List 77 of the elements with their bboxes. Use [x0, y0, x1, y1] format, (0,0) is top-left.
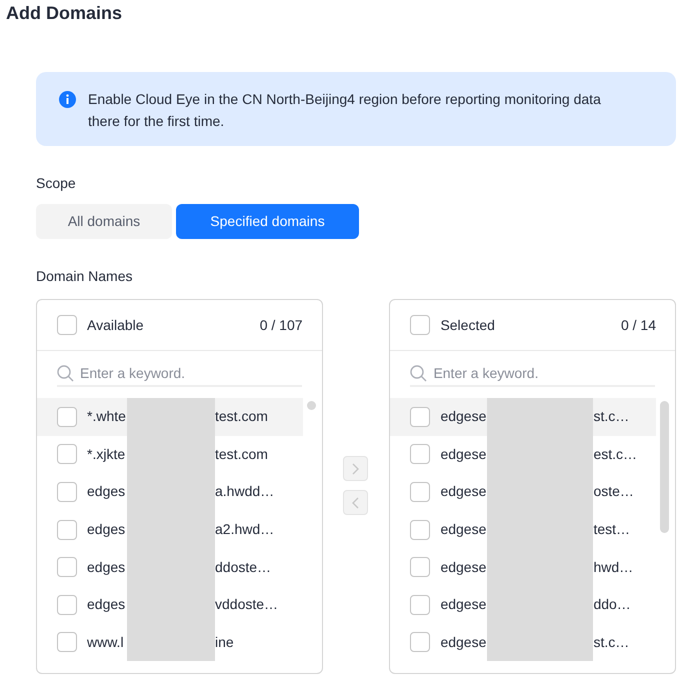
checkbox[interactable] — [410, 520, 430, 540]
list-item[interactable]: edges vddoste… — [37, 586, 303, 624]
checkbox[interactable] — [57, 594, 77, 615]
domain-name-end: test.com — [215, 407, 268, 426]
domain-name-start: edges — [87, 482, 126, 502]
checkbox[interactable] — [57, 406, 77, 427]
search-icon — [410, 364, 428, 382]
list-item[interactable]: *.whte test.com — [37, 398, 303, 436]
chevron-left-icon — [352, 496, 360, 508]
domain-name-end: hwd… — [593, 558, 634, 577]
list-item[interactable]: edges a2.hwd… — [37, 510, 303, 548]
panel-title: Available — [87, 316, 145, 334]
checkbox[interactable] — [57, 520, 77, 540]
domain-name-end: est.c… — [593, 444, 638, 464]
domain-names-label: Domain Names — [36, 267, 132, 285]
list-item[interactable]: edgese hwd… — [390, 548, 656, 586]
domain-name-start: *.whte — [87, 407, 127, 426]
domain-name-start: edgese — [440, 520, 488, 540]
domain-name-start: edges — [87, 520, 126, 540]
list-item[interactable]: edgese test… — [390, 510, 656, 548]
domain-name-start: *.xjkte — [87, 444, 126, 464]
domain-name-start: edgese — [440, 595, 488, 614]
domain-name-end: a2.hwd… — [215, 520, 274, 540]
domain-name-end: test… — [593, 520, 630, 540]
scrollbar-thumb[interactable] — [306, 401, 316, 410]
checkbox[interactable] — [410, 594, 430, 615]
checkbox[interactable] — [57, 315, 77, 335]
list-item[interactable]: edges a.hwdd… — [37, 473, 303, 511]
item-count: 0 / 14 — [620, 316, 656, 334]
chevron-right-icon — [352, 462, 360, 474]
list-item[interactable]: edgese est.c… — [390, 436, 656, 474]
list-item[interactable]: edges ddoste… — [37, 548, 303, 586]
checkbox[interactable] — [57, 482, 77, 502]
page-title: Add Domains — [5, 2, 122, 24]
info-icon — [59, 91, 76, 108]
domain-name-end: ddo… — [593, 595, 631, 614]
domain-name-end: ddoste… — [215, 558, 272, 577]
checkbox[interactable] — [410, 406, 430, 427]
domain-name-end: st.c… — [593, 632, 630, 652]
domain-name-end: test.com — [215, 444, 268, 464]
checkbox[interactable] — [410, 557, 430, 578]
domain-name-start: edgese — [440, 444, 488, 464]
domain-name-end: st.c… — [593, 407, 630, 426]
checkbox[interactable] — [410, 482, 430, 502]
domain-name-start: edgese — [440, 482, 488, 502]
domain-name-end: vddoste… — [215, 595, 278, 614]
domain-name-start: edges — [87, 558, 126, 577]
list-item[interactable]: edgese st.c… — [390, 398, 656, 436]
scope-label: Scope — [36, 174, 76, 192]
checkbox[interactable] — [410, 632, 430, 652]
search-icon — [57, 364, 74, 382]
checkbox[interactable] — [57, 557, 77, 578]
scope-option-button[interactable]: Specified domains — [176, 204, 359, 239]
checkbox[interactable] — [57, 444, 77, 464]
list-item[interactable]: edgese ddo… — [390, 586, 656, 624]
domain-name-start: edges — [87, 595, 126, 614]
checkbox[interactable] — [57, 632, 77, 652]
panel-title: Selected — [440, 316, 496, 334]
checkbox[interactable] — [410, 444, 430, 464]
search-field[interactable]: Enter a keyword. — [433, 362, 634, 384]
list-item[interactable]: www.l ine — [37, 624, 303, 662]
domain-name-start: edgese — [440, 558, 488, 577]
scrollbar-thumb[interactable] — [660, 401, 669, 533]
domain-name-end: oste… — [593, 482, 634, 502]
domain-name-start: edgese — [440, 632, 488, 652]
scope-option-button[interactable]: All domains — [36, 204, 172, 239]
list-item[interactable]: edgese oste… — [390, 473, 656, 511]
item-count: 0 / 107 — [260, 316, 303, 334]
domain-name-end: a.hwdd… — [215, 482, 274, 502]
checkbox[interactable] — [410, 315, 430, 335]
search-field[interactable]: Enter a keyword. — [80, 362, 280, 384]
domain-name-end: ine — [215, 632, 234, 652]
list-item[interactable]: *.xjkte test.com — [37, 436, 303, 474]
domain-name-start: www.l — [87, 632, 125, 652]
notice-text: Enable Cloud Eye in the CN North-Beijing4 region before reporting monitoring data there for the first time. — [88, 90, 602, 131]
list-item[interactable]: edgese st.c… — [390, 624, 656, 662]
domain-name-start: edgese — [440, 407, 488, 426]
